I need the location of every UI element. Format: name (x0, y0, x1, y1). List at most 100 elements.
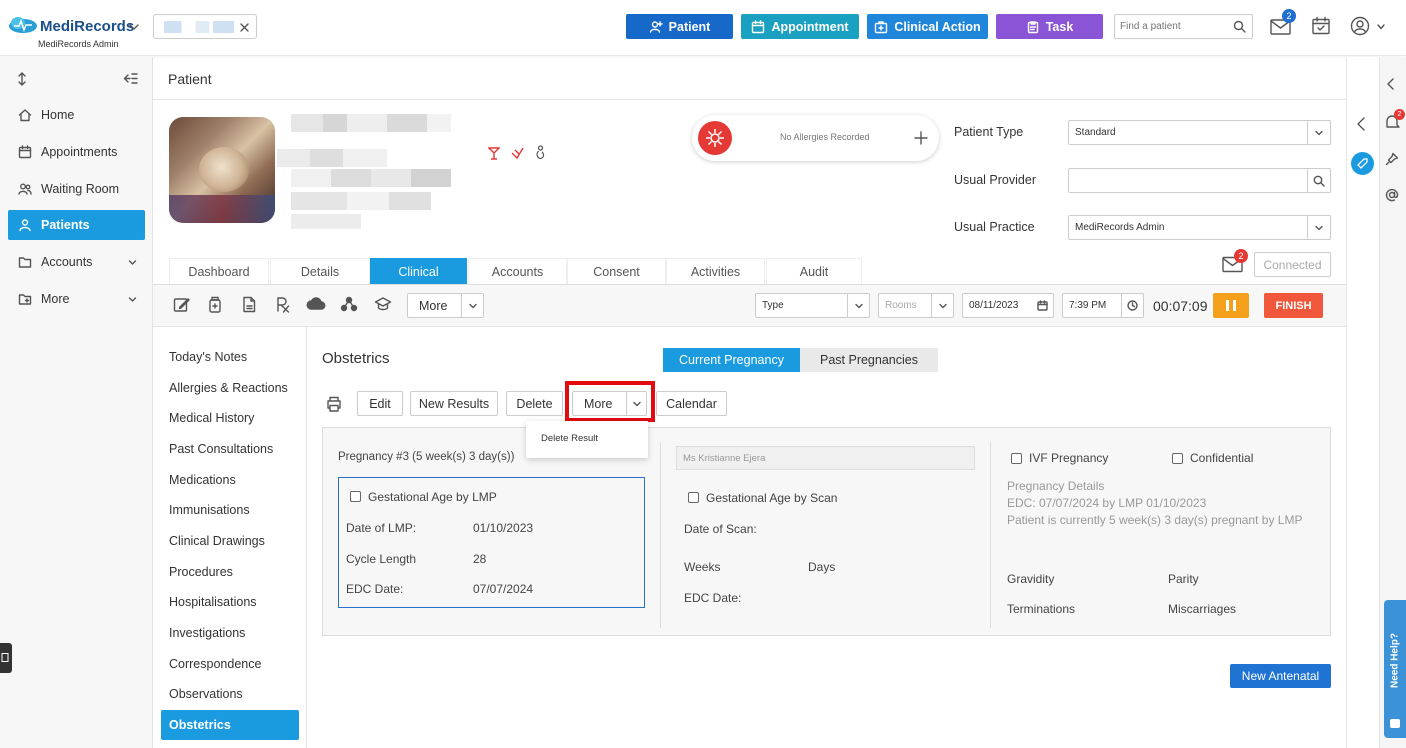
at-sign-icon[interactable] (1385, 188, 1399, 202)
calendar-button[interactable]: Calendar (656, 391, 727, 416)
allergy-icon[interactable] (698, 121, 732, 155)
alcohol-icon[interactable] (488, 147, 500, 160)
cloud-upload-icon[interactable] (306, 296, 326, 313)
edit-button[interactable]: Edit (357, 391, 403, 416)
type-select[interactable]: Type (755, 293, 870, 318)
miscarriages-label: Miscarriages (1168, 602, 1237, 616)
pause-button[interactable] (1213, 293, 1249, 318)
tab-details[interactable]: Details (270, 258, 370, 284)
new-task-button[interactable]: Task (996, 14, 1103, 39)
education-icon[interactable] (374, 296, 392, 313)
task-button-label: Task (1045, 19, 1074, 34)
scan-checkbox[interactable] (688, 492, 699, 503)
side-widget-tab[interactable] (0, 643, 12, 673)
clinical-nav-medications[interactable]: Medications (161, 465, 299, 495)
tag-button[interactable] (1351, 152, 1374, 175)
sidebar-item-label: More (41, 292, 70, 306)
smoking-icon[interactable] (511, 147, 524, 159)
chevron-down-icon[interactable] (1376, 22, 1386, 32)
terminations-label: Terminations (1007, 602, 1076, 616)
expand-vertical-icon[interactable] (16, 72, 28, 86)
date-input[interactable]: 08/11/2023 (962, 293, 1054, 318)
clinical-nav-past-consultations[interactable]: Past Consultations (161, 434, 299, 464)
clinical-nav-procedures[interactable]: Procedures (161, 557, 299, 587)
tab-audit[interactable]: Audit (766, 258, 862, 284)
need-help-label: Need Help? (1389, 633, 1401, 689)
new-patient-button[interactable]: Patient (626, 14, 733, 39)
confidential-checkbox[interactable] (1172, 453, 1183, 464)
patient-type-select[interactable]: Standard (1068, 120, 1331, 145)
lmp-edc-value: 07/07/2024 (473, 582, 534, 596)
clinical-nav-immunisations[interactable]: Immunisations (161, 495, 299, 525)
sidebar-item-more[interactable]: More (8, 284, 145, 314)
org-name: MediRecords Admin (38, 39, 119, 49)
sidebar-item-patients[interactable]: Patients (8, 210, 145, 240)
calendar-icon (18, 145, 32, 159)
need-help-tab[interactable]: Need Help? (1384, 600, 1406, 738)
tab-current-pregnancy[interactable]: Current Pregnancy (663, 348, 800, 372)
pin-icon[interactable] (1385, 152, 1399, 166)
document-icon[interactable] (241, 296, 257, 313)
tab-clinical[interactable]: Clinical (370, 258, 467, 284)
connected-button[interactable]: Connected (1254, 252, 1331, 277)
pregnancy-icon[interactable] (535, 145, 546, 160)
chevron-left-icon[interactable] (1355, 116, 1367, 132)
ivf-checkbox[interactable] (1011, 453, 1022, 464)
clinical-nav-investigations[interactable]: Investigations (161, 618, 299, 648)
parity-label: Parity (1168, 572, 1199, 586)
add-icon[interactable] (914, 131, 928, 145)
search-icon[interactable] (1233, 20, 1246, 33)
search-input[interactable] (1120, 19, 1225, 34)
close-icon[interactable] (240, 23, 249, 32)
clinical-nav-observations[interactable]: Observations (161, 679, 299, 709)
clinical-action-button[interactable]: Clinical Action (867, 14, 988, 39)
provider-field[interactable]: Ms Kristianne Ejera (676, 446, 975, 470)
print-icon[interactable] (326, 396, 342, 412)
usual-provider-input[interactable] (1068, 168, 1331, 193)
finish-button[interactable]: FINISH (1264, 293, 1323, 318)
sidebar-item-home[interactable]: Home (8, 100, 145, 130)
clinical-nav-correspondence[interactable]: Correspondence (161, 649, 299, 679)
clinical-nav-todays-notes[interactable]: Today's Notes (161, 342, 299, 372)
toolbar-more-dropdown[interactable]: More (407, 293, 484, 318)
chevron-left-icon[interactable] (1385, 77, 1397, 91)
patient-search (1114, 14, 1253, 39)
new-results-button[interactable]: New Results (410, 391, 498, 416)
new-appointment-button[interactable]: Appointment (741, 14, 859, 39)
rooms-select[interactable]: Rooms (878, 293, 954, 318)
tab-activities[interactable]: Activities (666, 258, 765, 284)
usual-practice-select[interactable]: MediRecords Admin (1068, 215, 1331, 240)
medication-icon[interactable] (207, 296, 223, 313)
search-icon (1313, 175, 1325, 187)
sidebar-item-accounts[interactable]: Accounts (8, 247, 145, 277)
new-antenatal-button[interactable]: New Antenatal (1230, 664, 1331, 688)
molecule-icon[interactable] (340, 296, 358, 313)
prescription-icon[interactable] (275, 296, 291, 313)
calendar-check-icon[interactable] (1311, 16, 1331, 36)
clinical-nav-hospitalisations[interactable]: Hospitalisations (161, 587, 299, 617)
patient-photo[interactable] (169, 117, 275, 223)
sidebar-item-appointments[interactable]: Appointments (8, 137, 145, 167)
sidebar-item-waiting-room[interactable]: Waiting Room (8, 174, 145, 204)
rooms-select-value: Rooms (885, 300, 917, 311)
clinical-nav-clinical-drawings[interactable]: Clinical Drawings (161, 526, 299, 556)
delete-result-menu-item[interactable]: Delete Result (541, 433, 598, 444)
tab-dashboard[interactable]: Dashboard (169, 258, 269, 284)
clinical-nav-allergies[interactable]: Allergies & Reactions (161, 373, 299, 403)
more-dropdown-menu: Delete Result (526, 421, 648, 458)
chat-icon (1390, 719, 1400, 728)
collapse-sidebar-icon[interactable] (123, 72, 138, 85)
time-input[interactable]: 7:39 PM (1062, 293, 1144, 318)
clinical-nav-medical-history[interactable]: Medical History (161, 403, 299, 433)
tab-past-pregnancies[interactable]: Past Pregnancies (800, 348, 938, 372)
open-patient-chip[interactable] (153, 14, 257, 39)
tab-consent[interactable]: Consent (567, 258, 666, 284)
chevron-down-icon[interactable] (128, 21, 140, 33)
edit-note-icon[interactable] (173, 296, 190, 313)
lmp-checkbox[interactable] (350, 491, 361, 502)
delete-button[interactable]: Delete (506, 391, 563, 416)
logo[interactable] (8, 14, 38, 34)
clinical-nav-obstetrics[interactable]: Obstetrics (161, 710, 299, 740)
tab-accounts[interactable]: Accounts (468, 258, 567, 284)
user-avatar-icon[interactable] (1350, 16, 1370, 36)
